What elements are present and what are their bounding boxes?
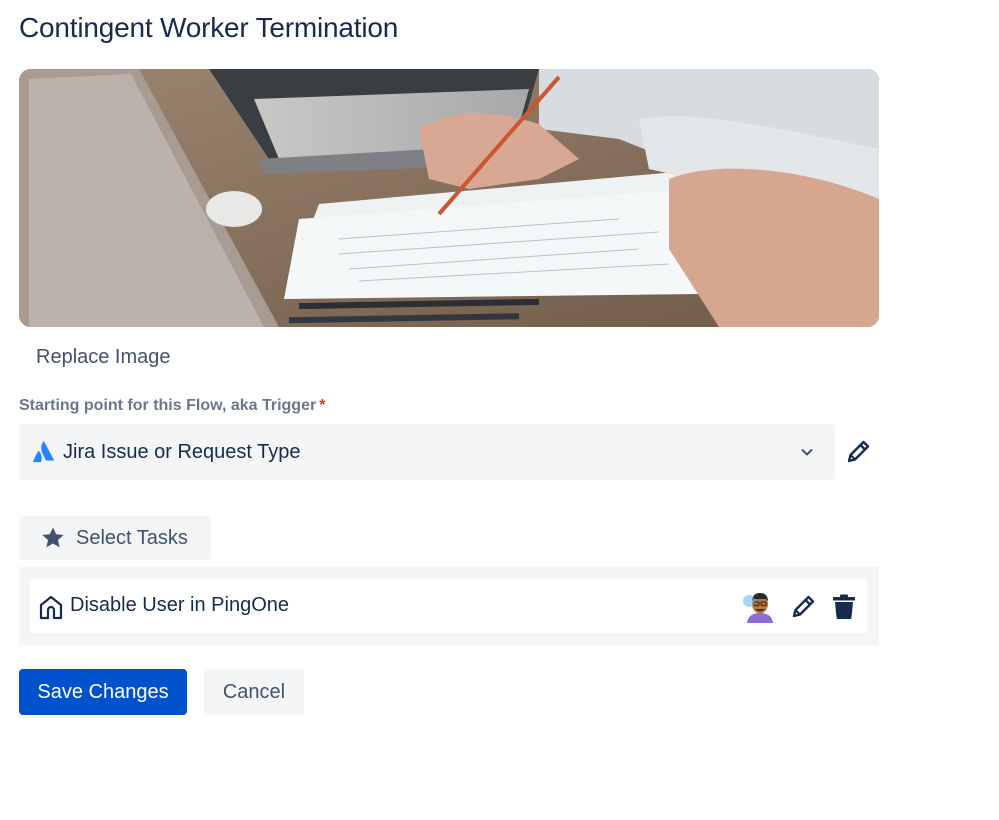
pencil-icon[interactable] <box>845 437 873 465</box>
required-indicator: * <box>319 397 326 414</box>
save-changes-button[interactable]: Save Changes <box>19 669 187 715</box>
trash-icon[interactable] <box>830 592 858 620</box>
task-item[interactable]: Disable User in PingOne <box>30 579 867 633</box>
task-name: Disable User in PingOne <box>70 594 289 616</box>
cancel-button[interactable]: Cancel <box>204 669 304 715</box>
task-list: Disable User in PingOne <box>19 567 879 645</box>
replace-image-button[interactable]: Replace Image <box>19 336 188 378</box>
trigger-select-value: Jira Issue or Request Type <box>63 440 301 463</box>
chevron-down-icon <box>801 449 813 456</box>
trigger-select[interactable]: Jira Issue or Request Type <box>19 424 835 480</box>
select-tasks-label: Select Tasks <box>76 526 188 549</box>
hero-image <box>19 69 879 327</box>
pencil-icon[interactable] <box>790 592 818 620</box>
trigger-field-label: Starting point for this Flow, aka Trigge… <box>19 397 325 415</box>
avatar[interactable] <box>743 589 777 623</box>
star-icon <box>42 527 64 548</box>
trigger-label-text: Starting point for this Flow, aka Trigge… <box>19 397 317 414</box>
home-icon <box>39 595 63 620</box>
page-title: Contingent Worker Termination <box>19 12 399 43</box>
select-tasks-button[interactable]: Select Tasks <box>19 516 211 560</box>
atlassian-logo-icon <box>32 441 54 463</box>
